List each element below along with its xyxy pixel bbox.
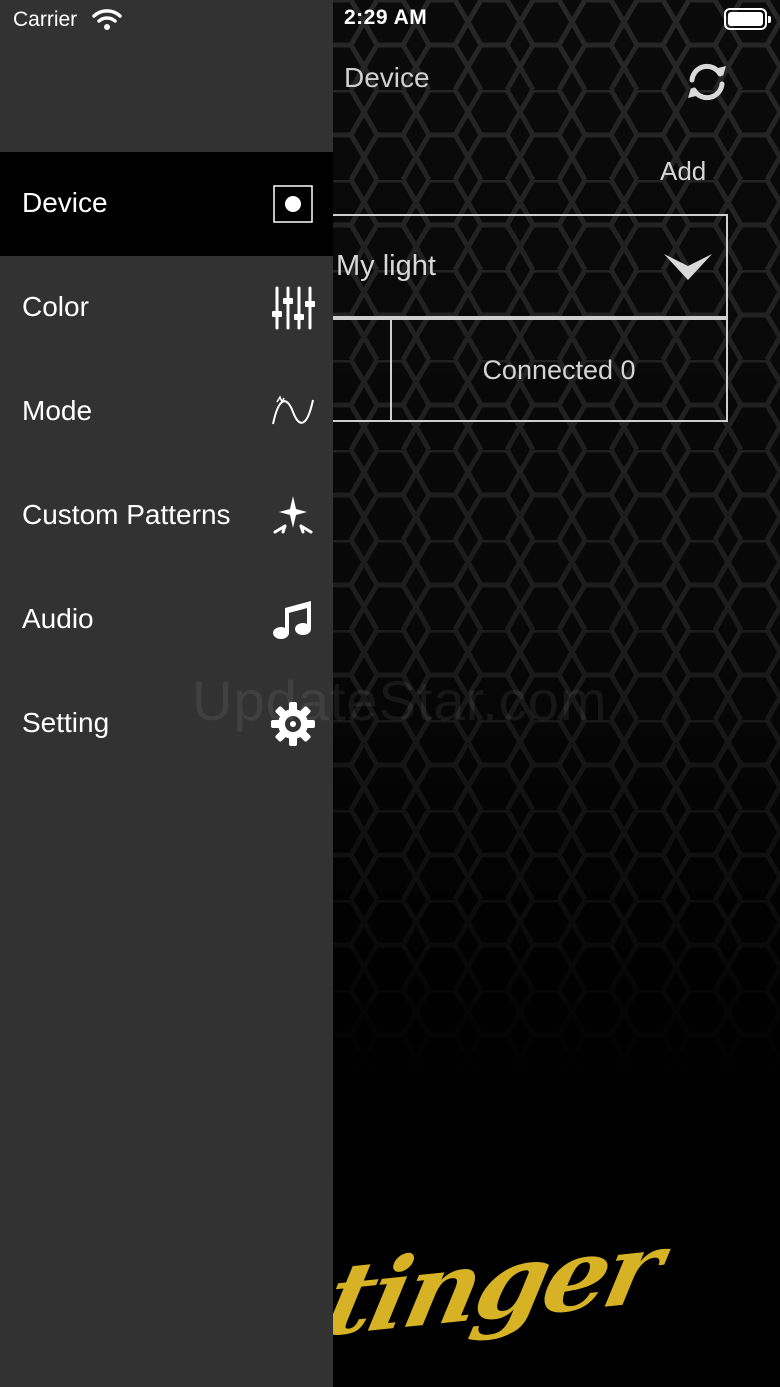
add-device-button[interactable]: Add <box>660 156 706 187</box>
sparkle-icon <box>273 496 313 534</box>
drawer-item-custom-patterns[interactable]: Custom Patterns <box>0 464 333 568</box>
drawer-item-label: Device <box>22 187 108 218</box>
connected-status-box: Connected 0 <box>390 318 728 422</box>
wifi-icon <box>92 9 122 30</box>
drawer-item-label: Audio <box>22 603 94 634</box>
device-select[interactable]: My light <box>300 214 728 318</box>
music-note-icon <box>273 601 311 639</box>
drawer-item-label: Setting <box>22 707 110 738</box>
drawer-item-audio[interactable]: Audio <box>0 568 333 672</box>
status-time: 2:29 AM <box>344 6 428 29</box>
drawer-item-device[interactable]: Device <box>0 152 333 256</box>
wave-icon <box>272 395 314 425</box>
connected-count: Connected 0 <box>482 354 636 385</box>
drawer-item-label: Mode <box>22 395 93 426</box>
brand-logo: tinger <box>315 1208 670 1360</box>
chevron-down-icon <box>664 254 712 280</box>
sliders-icon <box>272 286 315 330</box>
battery-icon <box>724 8 771 30</box>
drawer-item-label: Custom Patterns <box>22 499 231 530</box>
selected-device-name: My light <box>336 250 436 282</box>
refresh-icon[interactable] <box>683 58 731 106</box>
drawer-item-label: Color <box>22 291 89 322</box>
watermark: UpdateStar.com <box>192 669 608 732</box>
device-icon <box>273 185 313 223</box>
status-carrier: Carrier <box>13 8 78 31</box>
drawer-item-color[interactable]: Color <box>0 256 333 360</box>
page-title: Device <box>344 62 430 93</box>
drawer-item-mode[interactable]: Mode <box>0 360 333 464</box>
